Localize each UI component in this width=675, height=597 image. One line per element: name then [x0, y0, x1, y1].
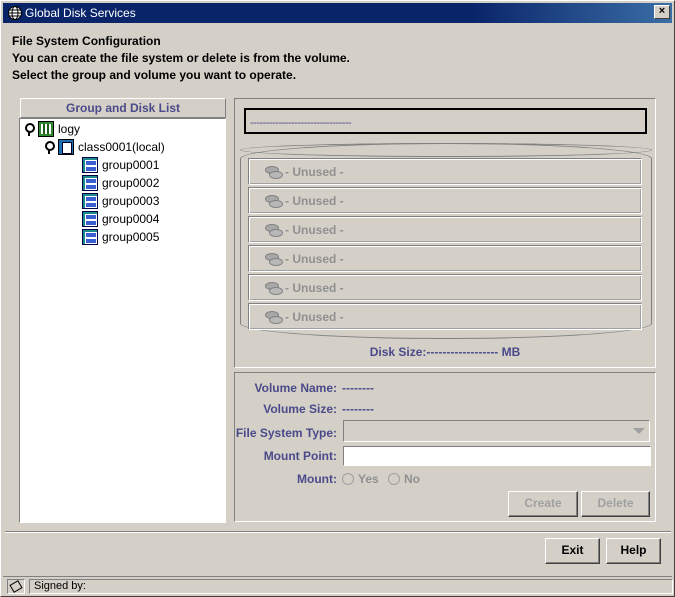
- slice-label: - Unused -: [285, 222, 344, 237]
- tree-node-group[interactable]: group0004: [82, 210, 159, 228]
- slice-label: - Unused -: [285, 193, 344, 208]
- tree-node-group[interactable]: group0002: [82, 174, 159, 192]
- mount-no-radio[interactable]: [388, 473, 400, 485]
- window-title: Global Disk Services: [25, 6, 136, 20]
- chevron-down-icon[interactable]: [633, 428, 645, 434]
- tree-node-label: group0004: [102, 212, 160, 226]
- mount-no-label: No: [404, 472, 420, 486]
- signature-icon: [7, 579, 25, 594]
- pin-icon[interactable]: [24, 123, 35, 136]
- slice-label: - Unused -: [285, 280, 344, 295]
- disk-group-icon: [82, 175, 98, 191]
- instruction-line-1: You can create the file system or delete…: [12, 51, 350, 65]
- close-icon[interactable]: ×: [654, 5, 670, 19]
- volume-size-value: --------: [342, 402, 374, 416]
- main-window: Global Disk Services × File System Confi…: [0, 0, 675, 597]
- tree-node-label: group0003: [102, 194, 160, 208]
- disk-icon: [265, 194, 283, 208]
- tree-node-root[interactable]: logy: [24, 120, 80, 138]
- tree-node-group[interactable]: group0005: [82, 228, 159, 246]
- tree-node-group[interactable]: group0001: [82, 156, 159, 174]
- group-disk-list-header: Group and Disk List: [20, 98, 226, 118]
- mount-yes-label: Yes: [358, 472, 379, 486]
- instruction-line-2: Select the group and volume you want to …: [12, 68, 297, 82]
- slice-label: - Unused -: [285, 251, 344, 266]
- disk-group-icon: [82, 157, 98, 173]
- volume-slice[interactable]: - Unused -: [248, 158, 642, 185]
- help-button[interactable]: Help: [606, 538, 661, 564]
- disk-group-icon: [82, 193, 98, 209]
- title-bar[interactable]: Global Disk Services ×: [3, 3, 672, 23]
- tree-node-label: class0001(local): [78, 140, 165, 154]
- class-icon: [58, 139, 74, 155]
- slice-label: - Unused -: [285, 164, 344, 179]
- volume-name-display: --------------------------------: [244, 108, 647, 134]
- tree-node-group[interactable]: group0003: [82, 192, 159, 210]
- exit-button[interactable]: Exit: [545, 538, 600, 564]
- slice-label: - Unused -: [285, 309, 344, 324]
- volume-slice[interactable]: - Unused -: [248, 187, 642, 214]
- fs-type-label: File System Type:: [235, 426, 337, 440]
- globe-icon: [7, 5, 23, 21]
- page-title: File System Configuration: [12, 34, 161, 48]
- tree-node-label: group0001: [102, 158, 160, 172]
- delete-button[interactable]: Delete: [581, 491, 650, 517]
- volume-name-value: --------: [342, 381, 374, 395]
- mount-point-input[interactable]: [343, 446, 651, 466]
- disk-size-label: Disk Size:------------------ MB: [369, 345, 521, 359]
- disk-icon: [265, 165, 283, 179]
- disk-group-icon: [82, 229, 98, 245]
- disk-icon: [265, 281, 283, 295]
- volume-name-label: Volume Name:: [254, 381, 337, 395]
- create-button[interactable]: Create: [508, 491, 578, 517]
- tree-node-label: logy: [58, 122, 81, 136]
- disk-icon: [265, 223, 283, 237]
- status-bar: Signed by:: [3, 576, 673, 595]
- status-text: Signed by:: [29, 579, 673, 594]
- server-icon: [38, 121, 54, 137]
- group-disk-tree[interactable]: logy class0001(local) group0001 group000…: [19, 118, 226, 523]
- volume-slice[interactable]: - Unused -: [248, 303, 642, 330]
- tree-node-label: group0005: [102, 230, 160, 244]
- volume-size-label: Volume Size:: [263, 402, 337, 416]
- disk-group-icon: [82, 211, 98, 227]
- footer-divider: [5, 531, 671, 533]
- volume-slice[interactable]: - Unused -: [248, 274, 642, 301]
- disk-icon: [265, 310, 283, 324]
- tree-node-class[interactable]: class0001(local): [44, 138, 165, 156]
- mount-yes-radio[interactable]: [342, 473, 354, 485]
- mount-point-label: Mount Point:: [263, 449, 337, 463]
- volume-slice[interactable]: - Unused -: [248, 216, 642, 243]
- pin-icon[interactable]: [44, 141, 55, 154]
- tree-node-label: group0002: [102, 176, 160, 190]
- disk-cylinder-top: [240, 143, 652, 157]
- fs-type-select[interactable]: [343, 420, 650, 442]
- disk-icon: [265, 252, 283, 266]
- volume-slice[interactable]: - Unused -: [248, 245, 642, 272]
- mount-label: Mount:: [297, 472, 337, 486]
